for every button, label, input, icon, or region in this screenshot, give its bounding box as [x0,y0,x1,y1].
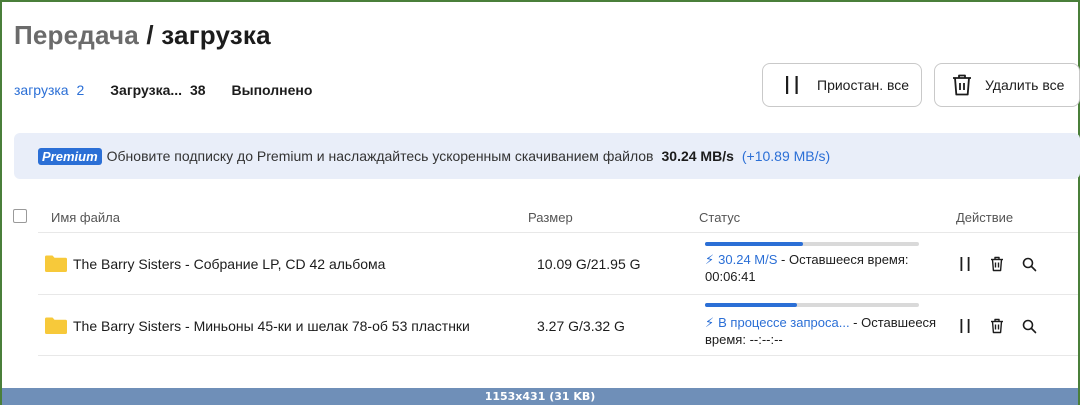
folder-icon [45,317,67,334]
tab-bar: загрузка 2 Загрузка... 38 Выполнено [14,82,338,98]
select-all-checkbox[interactable] [13,209,27,223]
status-remaining-label: - Оставшееся [849,315,937,330]
table-header: Имя файла Размер Статус Действие [2,208,1078,232]
file-size: 3.27 G/3.32 G [537,318,625,334]
image-info-bar: 1153x431 (31 KB) [2,388,1078,405]
tab-count: 38 [189,82,206,98]
status-state: В процессе запроса... [718,315,850,330]
status-remaining-time: 00:06:41 [705,269,756,284]
pause-icon [779,75,805,95]
status-text: ⚡ В процессе запроса... - Оставшееся врем… [705,314,945,348]
tab-count: 2 [76,82,85,98]
pause-icon[interactable] [956,255,974,273]
tab-downloading[interactable]: Загрузка... 38 [110,82,205,98]
folder-icon [45,255,67,272]
delete-all-button[interactable]: Удалить все [934,63,1080,107]
pause-icon[interactable] [956,317,974,335]
trash-icon [949,73,975,97]
premium-banner-text: Обновите подписку до Premium и наслаждай… [106,148,654,164]
row-actions [956,317,1038,335]
status-text: ⚡ 30.24 M/S - Оставшееся время: 00:06:41 [705,251,945,285]
status-remaining-label: - Оставшееся время: [777,252,909,267]
file-name: The Barry Sisters - Собрание LP, CD 42 а… [73,256,386,272]
premium-badge: Premium [38,147,102,165]
trash-icon[interactable] [988,317,1006,335]
tab-completed[interactable]: Выполнено [232,82,313,98]
column-header-size[interactable]: Размер [528,210,573,225]
table-row[interactable]: The Barry Sisters - Собрание LP, CD 42 а… [38,232,1078,294]
breadcrumb-current: загрузка [161,20,271,50]
breadcrumb-parent[interactable]: Передача [14,20,139,50]
tab-download[interactable]: загрузка 2 [14,82,84,98]
pause-all-label: Приостан. все [817,77,910,93]
lightning-icon: ⚡ [705,252,715,267]
progress-fill [705,242,804,246]
status-speed: 30.24 M/S [718,252,778,267]
progress-fill [705,303,798,307]
status-remaining-time: время: --:--:-- [705,332,783,347]
pause-all-button[interactable]: Приостан. все [762,63,922,107]
column-header-status: Статус [699,210,741,225]
current-speed: 30.24 MB/s [661,148,734,164]
search-icon[interactable] [1020,255,1038,273]
page-title: Передача / загрузка [14,20,271,51]
tab-label: Выполнено [231,82,313,98]
table-row[interactable]: The Barry Sisters - Миньоны 45-ки и шела… [38,294,1078,356]
tab-label: Загрузка... [110,82,183,98]
delete-all-label: Удалить все [985,77,1065,93]
lightning-icon: ⚡ [705,315,715,330]
file-name: The Barry Sisters - Миньоны 45-ки и шела… [73,318,470,334]
search-icon[interactable] [1020,317,1038,335]
trash-icon[interactable] [988,255,1006,273]
tab-label: загрузка [14,82,69,98]
breadcrumb-separator: / [146,20,154,50]
downloads-window: Передача / загрузка загрузка 2 Загрузка.… [2,2,1080,388]
progress-bar [705,242,919,246]
premium-banner[interactable]: Premium Обновите подписку до Premium и н… [14,133,1080,179]
premium-bonus-speed: (+10.89 MB/s) [741,148,831,164]
file-size: 10.09 G/21.95 G [537,256,641,272]
column-header-name[interactable]: Имя файла [51,210,120,225]
column-header-action: Действие [956,210,1014,225]
progress-bar [705,303,919,307]
row-actions [956,255,1038,273]
